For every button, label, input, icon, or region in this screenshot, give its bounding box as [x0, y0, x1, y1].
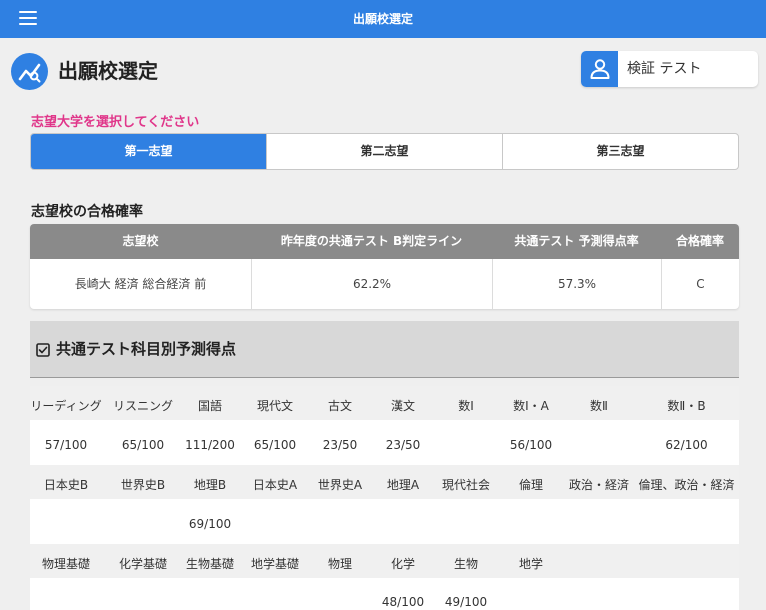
subject-score: 69/100: [188, 517, 232, 531]
subject-value-row: 69/100: [30, 499, 739, 550]
tab-first-choice[interactable]: 第一志望: [31, 134, 266, 169]
subject-score: 111/200: [185, 438, 235, 452]
checkbox-icon: [36, 343, 50, 357]
select-prompt: 志望大学を選択してください: [31, 115, 200, 130]
pass-probability: C: [661, 259, 739, 309]
tab-second-choice[interactable]: 第二志望: [266, 134, 502, 169]
column-header: 共通テスト 予測得点率: [514, 234, 639, 248]
page-title: 出願校選定: [58, 59, 158, 83]
subject-score: 56/100: [509, 438, 553, 452]
subject-value-row: 48/100 49/100: [30, 578, 739, 610]
user-icon: [581, 51, 618, 87]
subject-score: 23/50: [322, 438, 358, 452]
user-name: 検証 テスト: [627, 61, 702, 77]
tab-third-choice[interactable]: 第三志望: [502, 134, 738, 169]
b-line-rate: 62.2%: [251, 259, 492, 309]
subject-value-row: 57/100 65/100 111/200 65/100 23/50 23/50…: [30, 420, 739, 471]
subject-scores-grid: リーディング リスニング 国語 現代文 古文 漢文 数Ⅰ 数Ⅰ・A 数Ⅱ 数Ⅱ・…: [30, 378, 739, 610]
top-app-bar: 出願校選定: [0, 0, 766, 38]
school-name: 長崎大 経済 総合経済 前: [74, 277, 207, 291]
chart-line-icon: [11, 53, 48, 90]
subject-score: 62/100: [665, 438, 708, 452]
table-header-row: 志望校 昨年度の共通テスト B判定ライン 共通テスト 予測得点率 合格確率: [30, 224, 739, 259]
predicted-rate: 57.3%: [492, 259, 661, 309]
probability-heading: 志望校の合格確率: [31, 204, 143, 220]
column-header: 昨年度の共通テスト B判定ライン: [280, 234, 463, 248]
table-row: 長崎大 経済 総合経済 前 62.2% 57.3% C: [30, 259, 739, 309]
subject-scores-panel[interactable]: 共通テスト科目別予測得点: [30, 321, 739, 378]
subject-scores-heading: 共通テスト科目別予測得点: [56, 340, 237, 358]
subject-score: 23/50: [385, 438, 421, 452]
column-header: 合格確率: [675, 234, 724, 248]
subject-score: 57/100: [44, 438, 88, 452]
app-bar-title: 出願校選定: [352, 12, 413, 26]
subject-score: 65/100: [121, 438, 165, 452]
choice-tabs: 第一志望 第二志望 第三志望: [30, 133, 739, 170]
column-header: 志望校: [122, 234, 159, 248]
subject-score: 49/100: [444, 595, 488, 609]
subject-score: 65/100: [253, 438, 297, 452]
subject-score: 48/100: [381, 595, 425, 609]
probability-table: 志望校 昨年度の共通テスト B判定ライン 共通テスト 予測得点率 合格確率 長崎…: [30, 224, 739, 309]
user-badge[interactable]: 検証 テスト: [581, 51, 758, 87]
